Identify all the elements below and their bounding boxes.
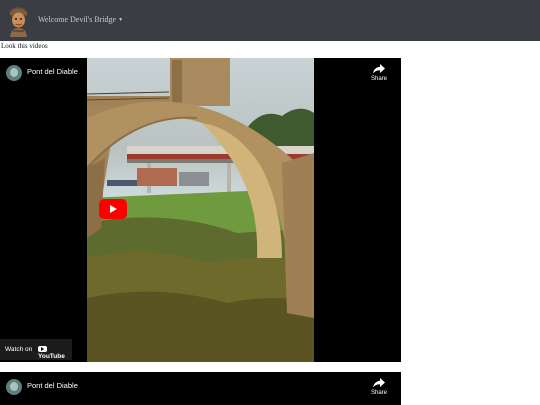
nav-devils-bridge-dropdown[interactable]: Devil's Bridge ▼ <box>70 15 123 24</box>
youtube-logo-label: YouTube <box>38 353 65 360</box>
video-player-1[interactable]: Pont del Diable Share Watch on YouTube <box>0 58 401 362</box>
top-navbar: Welcome Devil's Bridge ▼ <box>0 0 540 41</box>
video-title[interactable]: Pont del Diable <box>27 67 78 76</box>
site-logo-avatar[interactable] <box>7 4 30 37</box>
nav-welcome-link[interactable]: Welcome <box>38 15 68 24</box>
youtube-logo-icon: YouTube <box>38 346 72 360</box>
share-arrow-icon <box>373 378 385 388</box>
video-player-2[interactable]: Pont del Diable Share <box>0 372 401 405</box>
play-button-icon[interactable] <box>99 199 127 219</box>
caret-down-icon: ▼ <box>118 18 124 23</box>
share-button[interactable]: Share <box>369 64 389 82</box>
nav-dropdown-label: Devil's Bridge <box>70 15 117 24</box>
intro-text: Look this videos <box>1 42 48 50</box>
video-title[interactable]: Pont del Diable <box>27 381 78 390</box>
watch-on-label: Watch on <box>5 346 33 353</box>
share-label: Share <box>370 76 387 82</box>
watch-on-youtube-button[interactable]: Watch on YouTube <box>0 339 72 360</box>
channel-avatar[interactable] <box>6 65 22 81</box>
share-label: Share <box>370 390 387 396</box>
share-button[interactable]: Share <box>369 378 389 396</box>
share-arrow-icon <box>373 64 385 74</box>
channel-avatar[interactable] <box>6 379 22 395</box>
